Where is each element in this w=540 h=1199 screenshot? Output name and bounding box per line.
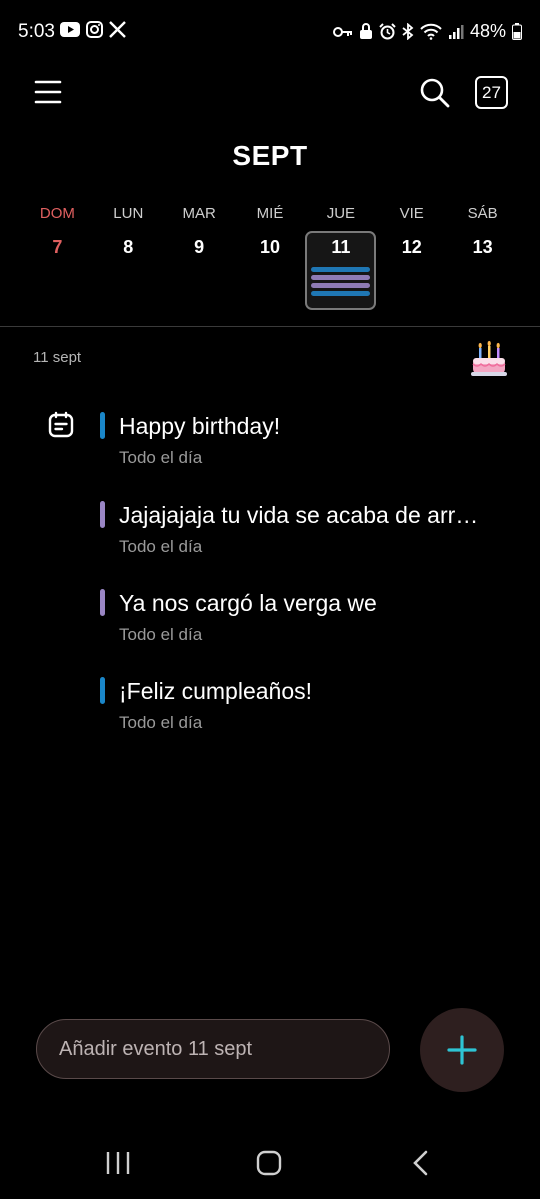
recents-button[interactable] (104, 1150, 132, 1176)
day-name: MAR (182, 205, 216, 222)
day-number: 11 (331, 237, 351, 257)
birthday-cake-icon (468, 338, 510, 378)
key-icon (332, 26, 353, 38)
status-bar: 5:03 48% (0, 0, 540, 62)
day-number: 9 (194, 237, 205, 257)
calendar-event-icon (47, 411, 75, 439)
day-tuesday[interactable]: MAR 9 (164, 200, 235, 310)
event-indicator-bar (311, 275, 371, 280)
wifi-icon (420, 23, 442, 40)
back-button[interactable] (410, 1150, 432, 1176)
event-indicator-bar (311, 267, 371, 272)
event-time: Todo el día (119, 448, 203, 467)
day-event-indicators (311, 267, 371, 299)
battery-icon (512, 23, 522, 40)
month-title: SEPT (232, 140, 308, 171)
menu-button[interactable] (33, 78, 63, 106)
day-thursday-selected[interactable]: JUE 11 (305, 200, 377, 310)
event-title: Jajajajaja tu vida se acaba de arr… (119, 502, 479, 528)
event-item[interactable]: ¡Feliz cumpleaños! Todo el día (0, 665, 540, 735)
day-saturday[interactable]: SÁB 13 (447, 200, 518, 310)
day-name: LUN (113, 205, 144, 222)
battery-percentage: 48% (469, 21, 506, 41)
day-number: 10 (259, 237, 281, 257)
home-icon (256, 1150, 282, 1176)
add-event-input[interactable]: Añadir evento 11 sept (36, 1019, 390, 1079)
recents-icon (106, 1152, 130, 1174)
agenda-date-label: 11 sept (33, 349, 82, 366)
day-number: 12 (401, 237, 422, 257)
navigation-bar (0, 1130, 540, 1199)
youtube-icon (60, 22, 80, 37)
search-button[interactable] (418, 76, 452, 110)
day-sunday[interactable]: DOM 7 (22, 200, 93, 310)
lock-icon (359, 23, 373, 40)
day-wednesday[interactable]: MIÉ 10 (235, 200, 306, 310)
event-item[interactable]: Ya nos cargó la verga we Todo el día (0, 577, 540, 647)
add-event-button[interactable] (420, 1008, 504, 1092)
event-item[interactable]: Jajajajaja tu vida se acaba de arr… Todo… (0, 489, 540, 559)
day-number: 7 (52, 237, 63, 257)
event-time: Todo el día (119, 625, 203, 644)
alarm-icon (379, 23, 396, 40)
event-time: Todo el día (119, 713, 203, 732)
event-title: ¡Feliz cumpleaños! (119, 678, 313, 704)
day-name: JUE (326, 205, 356, 222)
today-number: 27 (482, 82, 501, 102)
day-number: 13 (472, 237, 493, 257)
event-color-bar (100, 412, 105, 439)
day-name: VIE (399, 205, 424, 222)
event-title: Happy birthday! (119, 413, 281, 439)
add-event-placeholder: Añadir evento 11 sept (59, 1037, 253, 1060)
day-name: MIÉ (256, 205, 284, 222)
event-indicator-bar (311, 291, 371, 296)
day-name: SÁB (467, 205, 498, 222)
day-monday[interactable]: LUN 8 (93, 200, 164, 310)
event-title: Ya nos cargó la verga we (119, 590, 377, 616)
home-button[interactable] (256, 1150, 282, 1176)
system-icons: 48% (332, 21, 522, 42)
instagram-icon (86, 21, 103, 38)
event-time: Todo el día (119, 537, 203, 556)
event-item[interactable]: Happy birthday! Todo el día (0, 400, 540, 470)
bluetooth-icon (402, 23, 414, 40)
back-icon (413, 1150, 428, 1176)
status-time: 5:03 (18, 21, 55, 42)
today-button[interactable]: 27 (475, 76, 508, 109)
event-color-bar (100, 677, 105, 704)
event-color-bar (100, 589, 105, 616)
event-color-bar (100, 501, 105, 528)
notification-icons (60, 21, 126, 38)
day-number: 8 (123, 237, 134, 257)
search-icon (420, 78, 450, 108)
plus-icon (447, 1035, 477, 1065)
week-strip: DOM 7 LUN 8 MAR 9 MIÉ 10 JUE 11 VIE 12 S… (22, 200, 518, 315)
x-icon (109, 21, 126, 38)
hamburger-menu-icon (34, 80, 62, 104)
event-indicator-bar (311, 283, 371, 288)
divider (0, 326, 540, 327)
day-name: DOM (39, 205, 75, 222)
signal-icon (448, 24, 464, 40)
day-friday[interactable]: VIE 12 (376, 200, 447, 310)
